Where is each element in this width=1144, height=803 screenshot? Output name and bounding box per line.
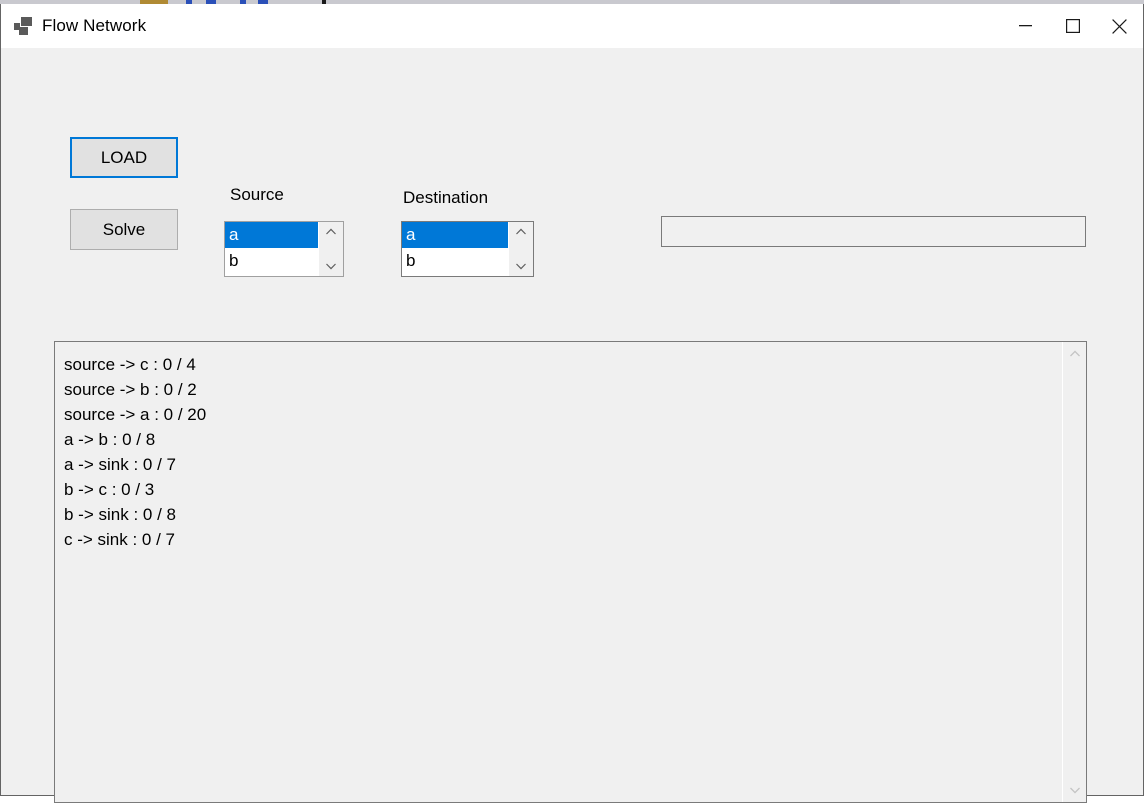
client-area: LOAD Solve Source a b Destination a b so…: [1, 48, 1143, 803]
source-option-a[interactable]: a: [225, 222, 318, 248]
load-button[interactable]: LOAD: [70, 137, 178, 178]
output-scrollbar[interactable]: [1062, 342, 1086, 802]
source-listbox-scrollbar[interactable]: [318, 222, 343, 276]
maximize-button[interactable]: [1049, 4, 1096, 48]
chevron-down-icon[interactable]: [515, 260, 527, 272]
chevron-down-icon[interactable]: [325, 260, 337, 272]
destination-listbox[interactable]: a b: [401, 221, 534, 277]
destination-label: Destination: [403, 188, 489, 207]
chevron-up-icon[interactable]: [1069, 348, 1081, 360]
destination-option-a[interactable]: a: [402, 222, 508, 248]
output-line: c -> sink : 0 / 7: [64, 530, 176, 549]
app-squares-icon: [14, 17, 32, 35]
source-listbox[interactable]: a b: [224, 221, 344, 277]
app-window: Flow Network LOAD Solve Source a b Desti…: [0, 4, 1144, 803]
destination-listbox-items: a b: [402, 222, 508, 276]
output-line: b -> c : 0 / 3: [64, 480, 155, 499]
output-line: source -> b : 0 / 2: [64, 380, 197, 399]
output-line: source -> c : 0 / 4: [64, 355, 196, 374]
destination-listbox-scrollbar[interactable]: [508, 222, 533, 276]
source-option-b[interactable]: b: [225, 248, 318, 274]
source-label: Source: [230, 185, 284, 204]
window-title: Flow Network: [42, 16, 147, 35]
destination-option-b[interactable]: b: [402, 248, 508, 274]
solve-button[interactable]: Solve: [70, 209, 178, 250]
output-line: a -> b : 0 / 8: [64, 430, 156, 449]
chevron-up-icon[interactable]: [325, 226, 337, 238]
output-text[interactable]: source -> c : 0 / 4 source -> b : 0 / 2 …: [55, 342, 1062, 802]
minimize-button[interactable]: [1002, 4, 1049, 48]
load-button-label: LOAD: [100, 147, 148, 167]
output-line: source -> a : 0 / 20: [64, 405, 207, 424]
title-bar[interactable]: Flow Network: [1, 4, 1143, 48]
chevron-down-icon[interactable]: [1069, 784, 1081, 796]
maximize-icon: [1065, 19, 1080, 33]
minimize-icon: [1019, 25, 1032, 27]
solve-button-label: Solve: [102, 219, 146, 239]
result-input[interactable]: [661, 216, 1086, 247]
output-line: a -> sink : 0 / 7: [64, 455, 176, 474]
chevron-up-icon[interactable]: [515, 226, 527, 238]
close-icon: [1112, 18, 1127, 34]
window-controls: [1002, 4, 1143, 48]
close-button[interactable]: [1096, 4, 1143, 48]
output-line: b -> sink : 0 / 8: [64, 505, 176, 524]
output-panel: source -> c : 0 / 4 source -> b : 0 / 2 …: [54, 341, 1087, 803]
source-listbox-items: a b: [225, 222, 318, 276]
